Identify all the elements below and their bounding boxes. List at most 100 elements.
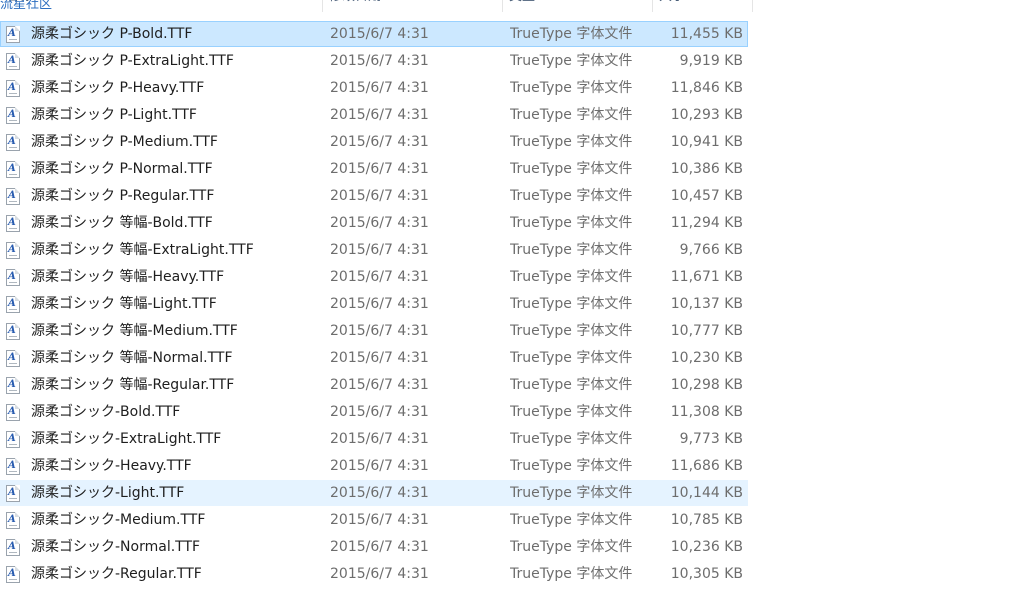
font-file-icon: A — [6, 458, 20, 475]
file-type: TrueType 字体文件 — [510, 215, 633, 231]
file-row[interactable]: A 源柔ゴシック P-Bold.TTF 2015/6/7 4:31 TrueType … — [0, 21, 748, 47]
file-icon-cell: A — [6, 130, 24, 154]
file-row[interactable]: A 源柔ゴシック-Heavy.TTF 2015/6/7 4:31 TrueType 字… — [0, 453, 748, 479]
font-file-icon: A — [6, 350, 20, 367]
column-header-date[interactable]: 修改日期 — [323, 0, 502, 12]
font-file-icon: A — [6, 161, 20, 178]
file-name: 源柔ゴシック-Medium.TTF — [31, 512, 206, 528]
file-date-modified: 2015/6/7 4:31 — [330, 161, 429, 177]
file-date-modified: 2015/6/7 4:31 — [330, 404, 429, 420]
file-row[interactable]: A 源柔ゴシック-Regular.TTF 2015/6/7 4:31 TrueType… — [0, 561, 748, 587]
file-name: 源柔ゴシック 等幅-Medium.TTF — [31, 323, 238, 339]
file-icon-cell: A — [6, 76, 24, 100]
file-type: TrueType 字体文件 — [510, 296, 633, 312]
file-name: 源柔ゴシック P-Regular.TTF — [31, 188, 215, 204]
font-file-icon: A — [6, 215, 20, 232]
font-file-icon: A — [6, 80, 20, 97]
file-icon-glyph: A — [8, 55, 16, 66]
file-icon-glyph: A — [8, 325, 16, 336]
file-icon-glyph: A — [8, 190, 16, 201]
file-name: 源柔ゴシック P-Normal.TTF — [31, 161, 213, 177]
file-size: 11,671 KB — [670, 269, 743, 285]
file-size: 10,236 KB — [670, 539, 743, 555]
file-row[interactable]: A 源柔ゴシック-Normal.TTF 2015/6/7 4:31 TrueType … — [0, 534, 748, 560]
file-row[interactable]: A 源柔ゴシック 等幅-Normal.TTF 2015/6/7 4:31 TrueTy… — [0, 345, 748, 371]
font-file-icon: A — [6, 188, 20, 205]
file-size: 10,777 KB — [670, 323, 743, 339]
file-icon-cell: A — [6, 22, 24, 46]
file-type: TrueType 字体文件 — [510, 269, 633, 285]
file-row[interactable]: A 源柔ゴシック 等幅-ExtraLight.TTF 2015/6/7 4:31 Tr… — [0, 237, 748, 263]
file-row[interactable]: A 源柔ゴシック-ExtraLight.TTF 2015/6/7 4:31 TrueT… — [0, 426, 748, 452]
file-row[interactable]: A 源柔ゴシック 等幅-Regular.TTF 2015/6/7 4:31 TrueT… — [0, 372, 748, 398]
file-icon-glyph: A — [8, 568, 16, 579]
column-separator[interactable] — [752, 0, 753, 12]
file-name: 源柔ゴシック 等幅-Regular.TTF — [31, 377, 235, 393]
file-row[interactable]: A 源柔ゴシック-Light.TTF 2015/6/7 4:31 TrueType 字… — [0, 480, 748, 506]
file-size: 11,846 KB — [670, 80, 743, 96]
file-icon-glyph: A — [8, 109, 16, 120]
file-row[interactable]: A 源柔ゴシック 等幅-Bold.TTF 2015/6/7 4:31 TrueType… — [0, 210, 748, 236]
file-type: TrueType 字体文件 — [510, 26, 633, 42]
file-icon-cell: A — [6, 184, 24, 208]
file-icon-cell: A — [6, 400, 24, 424]
file-icon-cell: A — [6, 373, 24, 397]
file-size: 10,941 KB — [670, 134, 743, 150]
file-icon-cell: A — [6, 211, 24, 235]
file-date-modified: 2015/6/7 4:31 — [330, 242, 429, 258]
file-name: 源柔ゴシック 等幅-ExtraLight.TTF — [31, 242, 254, 258]
column-header-size[interactable]: 大小 — [653, 0, 752, 12]
file-date-modified: 2015/6/7 4:31 — [330, 539, 429, 555]
file-icon-cell: A — [6, 427, 24, 451]
file-date-modified: 2015/6/7 4:31 — [330, 26, 429, 42]
file-row[interactable]: A 源柔ゴシック 等幅-Heavy.TTF 2015/6/7 4:31 TrueTyp… — [0, 264, 748, 290]
file-type: TrueType 字体文件 — [510, 188, 633, 204]
file-date-modified: 2015/6/7 4:31 — [330, 512, 429, 528]
file-type: TrueType 字体文件 — [510, 404, 633, 420]
file-name: 源柔ゴシック-Normal.TTF — [31, 539, 201, 555]
file-size: 10,144 KB — [670, 485, 743, 501]
file-name: 源柔ゴシック 等幅-Bold.TTF — [31, 215, 213, 231]
file-icon-glyph: A — [8, 28, 16, 39]
font-file-icon: A — [6, 296, 20, 313]
file-icon-cell: A — [6, 238, 24, 262]
font-file-icon: A — [6, 566, 20, 583]
file-type: TrueType 字体文件 — [510, 377, 633, 393]
file-icon-cell: A — [6, 292, 24, 316]
file-size: 11,686 KB — [670, 458, 743, 474]
file-type: TrueType 字体文件 — [510, 134, 633, 150]
file-row[interactable]: A 源柔ゴシック P-Heavy.TTF 2015/6/7 4:31 TrueType… — [0, 75, 748, 101]
file-icon-cell: A — [6, 157, 24, 181]
file-icon-glyph: A — [8, 406, 16, 417]
file-size: 11,294 KB — [670, 215, 743, 231]
file-date-modified: 2015/6/7 4:31 — [330, 485, 429, 501]
file-row[interactable]: A 源柔ゴシック 等幅-Medium.TTF 2015/6/7 4:31 TrueTy… — [0, 318, 748, 344]
file-type: TrueType 字体文件 — [510, 350, 633, 366]
file-name: 源柔ゴシック 等幅-Light.TTF — [31, 296, 217, 312]
file-date-modified: 2015/6/7 4:31 — [330, 215, 429, 231]
watermark-text: 流星社区 — [0, 0, 53, 12]
file-row[interactable]: A 源柔ゴシック 等幅-Light.TTF 2015/6/7 4:31 TrueTyp… — [0, 291, 748, 317]
file-icon-glyph: A — [8, 541, 16, 552]
file-row[interactable]: A 源柔ゴシック P-Medium.TTF 2015/6/7 4:31 TrueTyp… — [0, 129, 748, 155]
file-icon-glyph: A — [8, 217, 16, 228]
file-icon-glyph: A — [8, 433, 16, 444]
file-row[interactable]: A 源柔ゴシック P-ExtraLight.TTF 2015/6/7 4:31 Tru… — [0, 48, 748, 74]
file-date-modified: 2015/6/7 4:31 — [330, 458, 429, 474]
file-row[interactable]: A 源柔ゴシック P-Light.TTF 2015/6/7 4:31 TrueType… — [0, 102, 748, 128]
file-type: TrueType 字体文件 — [510, 53, 633, 69]
column-header-type[interactable]: 类型 — [503, 0, 652, 12]
file-size: 10,230 KB — [670, 350, 743, 366]
file-row[interactable]: A 源柔ゴシック P-Regular.TTF 2015/6/7 4:31 TrueTy… — [0, 183, 748, 209]
file-icon-glyph: A — [8, 244, 16, 255]
font-file-icon: A — [6, 485, 20, 502]
file-size: 11,455 KB — [670, 26, 743, 42]
font-file-icon: A — [6, 512, 20, 529]
file-size: 10,386 KB — [670, 161, 743, 177]
file-row[interactable]: A 源柔ゴシック-Medium.TTF 2015/6/7 4:31 TrueType … — [0, 507, 748, 533]
file-row[interactable]: A 源柔ゴシック-Bold.TTF 2015/6/7 4:31 TrueType 字体… — [0, 399, 748, 425]
font-file-icon: A — [6, 53, 20, 70]
file-type: TrueType 字体文件 — [510, 161, 633, 177]
file-row[interactable]: A 源柔ゴシック P-Normal.TTF 2015/6/7 4:31 TrueTyp… — [0, 156, 748, 182]
file-date-modified: 2015/6/7 4:31 — [330, 80, 429, 96]
